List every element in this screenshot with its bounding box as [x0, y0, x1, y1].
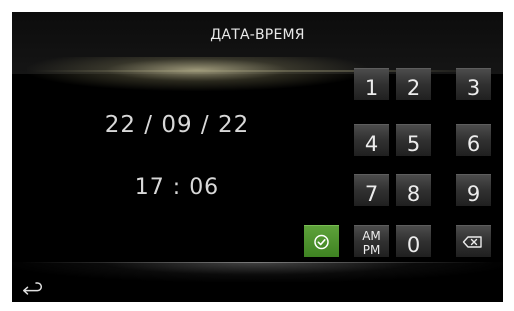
- pm-label: PM: [362, 243, 381, 257]
- key-5-label: 5: [406, 132, 421, 156]
- time-display[interactable]: 17 : 06: [52, 175, 302, 200]
- key-5[interactable]: 5: [396, 124, 431, 156]
- backspace-button[interactable]: [456, 225, 491, 257]
- key-2-label: 2: [406, 76, 421, 100]
- am-label: AM: [362, 229, 381, 243]
- key-1-label: 1: [364, 76, 379, 100]
- key-9-label: 9: [466, 182, 481, 206]
- key-4-label: 4: [364, 132, 379, 156]
- backspace-icon: [462, 236, 482, 248]
- datetime-screen: ДАТА-ВРЕМЯ 22 / 09 / 22 17 : 06 1 2 3 4 …: [12, 12, 503, 302]
- key-8[interactable]: 8: [396, 174, 431, 206]
- footer-glow: [12, 262, 503, 282]
- key-7[interactable]: 7: [354, 174, 389, 206]
- page-title: ДАТА-ВРЕМЯ: [210, 27, 305, 43]
- key-3[interactable]: 3: [456, 68, 491, 100]
- key-3-label: 3: [466, 76, 481, 100]
- key-8-label: 8: [406, 182, 421, 206]
- back-arrow-icon: [23, 282, 43, 295]
- key-2[interactable]: 2: [396, 68, 431, 100]
- key-9[interactable]: 9: [456, 174, 491, 206]
- key-6[interactable]: 6: [456, 124, 491, 156]
- key-6-label: 6: [466, 132, 481, 156]
- ampm-toggle[interactable]: AM PM: [354, 225, 389, 257]
- confirm-button[interactable]: [304, 225, 339, 257]
- header-glow: [27, 57, 367, 91]
- back-button[interactable]: [18, 279, 44, 299]
- check-circle-icon: [314, 234, 329, 250]
- date-display[interactable]: 22 / 09 / 22: [52, 112, 302, 138]
- key-0[interactable]: 0: [396, 225, 431, 257]
- key-4[interactable]: 4: [354, 124, 389, 156]
- key-1[interactable]: 1: [354, 68, 389, 100]
- footer-divider: [22, 262, 492, 263]
- key-7-label: 7: [364, 182, 379, 206]
- key-0-label: 0: [406, 233, 421, 257]
